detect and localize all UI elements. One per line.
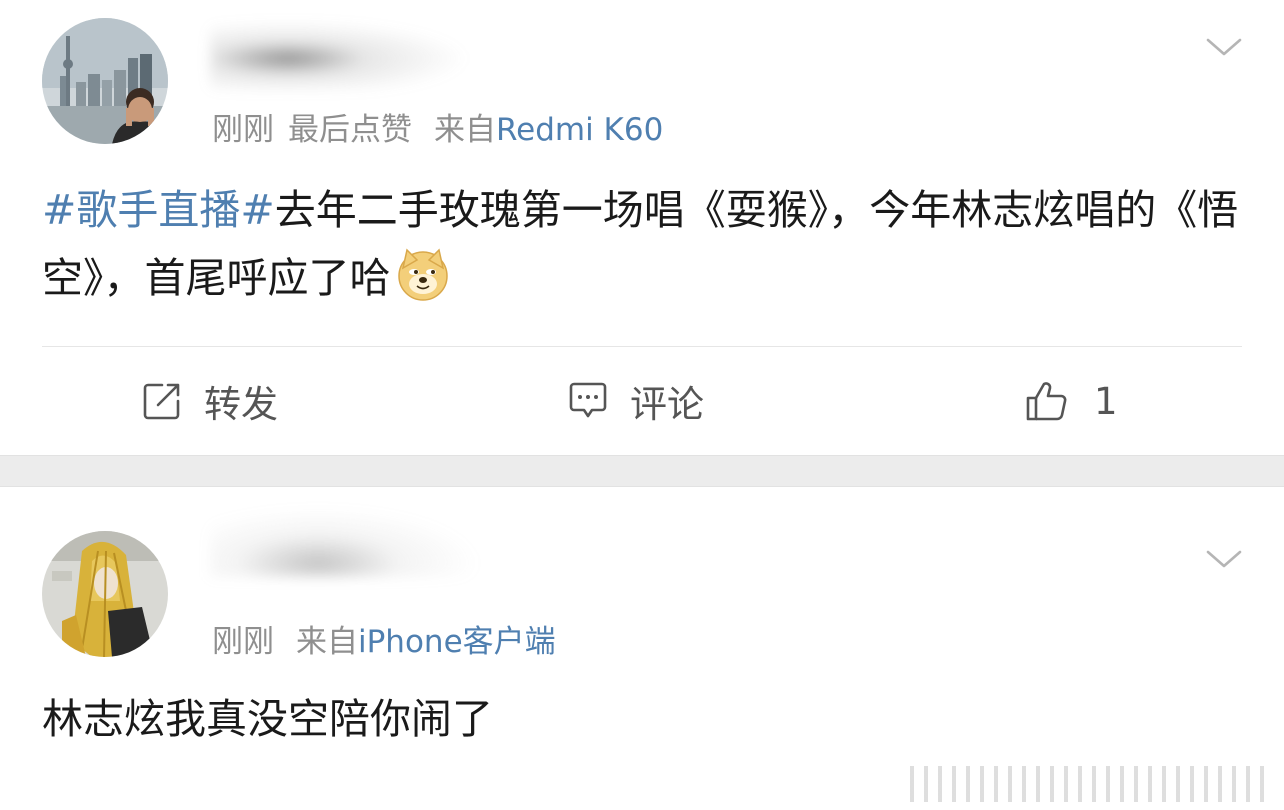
avatar-image bbox=[42, 531, 168, 657]
post-meta: 刚刚 最后点赞 来自Redmi K60 bbox=[212, 104, 663, 149]
comment-button[interactable]: 评论 bbox=[566, 375, 704, 427]
chevron-down-icon[interactable] bbox=[1206, 542, 1242, 578]
device-name[interactable]: iPhone客户端 bbox=[358, 624, 556, 660]
username-blurred bbox=[210, 20, 470, 90]
from-label: 来自 bbox=[434, 112, 496, 148]
avatar[interactable] bbox=[42, 531, 168, 657]
hashtag-link[interactable]: #歌手直播# bbox=[42, 186, 275, 234]
post-action: 最后点赞 bbox=[288, 112, 412, 148]
repost-icon bbox=[143, 383, 180, 420]
post-content: 林志炫我真没空陪你闹了 bbox=[42, 685, 1242, 753]
watermark bbox=[910, 766, 1270, 802]
repost-label: 转发 bbox=[204, 383, 278, 426]
repost-button[interactable]: 转发 bbox=[140, 375, 278, 427]
username[interactable] bbox=[210, 20, 470, 90]
avatar-image bbox=[42, 18, 168, 144]
post-time: 刚刚 bbox=[212, 112, 274, 148]
weibo-post: 刚刚 来自iPhone客户端 林志炫我真没空陪你闹了 bbox=[0, 487, 1284, 810]
action-bar: 转发 评论 1 bbox=[0, 347, 1284, 455]
post-text: 林志炫我真没空陪你闹了 bbox=[42, 695, 493, 743]
chevron-down-icon[interactable] bbox=[1206, 30, 1242, 66]
device-name[interactable]: Redmi K60 bbox=[496, 112, 663, 148]
username-blurred bbox=[210, 507, 480, 577]
post-time: 刚刚 bbox=[212, 624, 274, 660]
like-button[interactable]: 1 bbox=[1024, 375, 1118, 427]
comment-icon bbox=[569, 382, 607, 418]
weibo-post: 刚刚 最后点赞 来自Redmi K60 #歌手直播#去年二手玫瑰第一场唱《耍猴》，今… bbox=[0, 0, 1284, 455]
avatar[interactable] bbox=[42, 18, 168, 144]
from-label: 来自 bbox=[296, 624, 358, 660]
doge-emoji bbox=[397, 248, 448, 301]
username[interactable] bbox=[210, 507, 480, 577]
like-count: 1 bbox=[1094, 379, 1118, 423]
comment-label: 评论 bbox=[630, 383, 704, 426]
post-separator bbox=[0, 455, 1284, 487]
post-content: #歌手直播#去年二手玫瑰第一场唱《耍猴》，今年林志炫唱的《悟空》，首尾呼应了哈 bbox=[42, 176, 1242, 312]
thumbs-up-icon bbox=[1026, 382, 1067, 421]
post-meta: 刚刚 来自iPhone客户端 bbox=[212, 616, 556, 661]
